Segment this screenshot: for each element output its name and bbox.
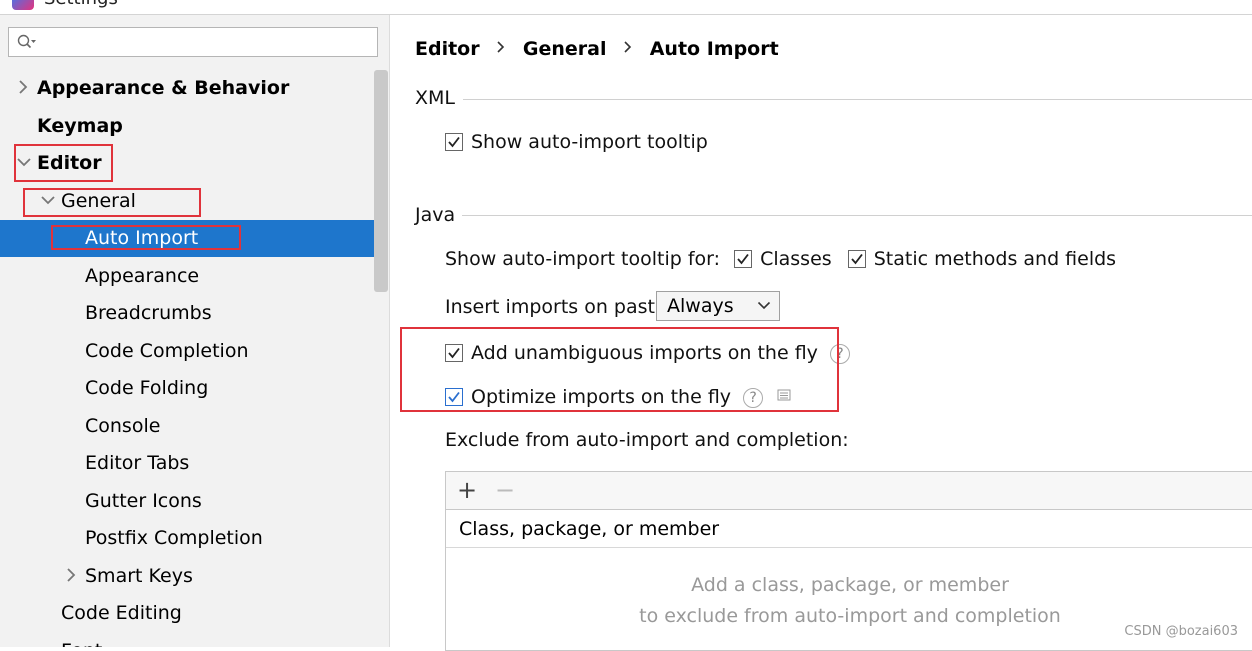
tree-item-code-editing[interactable]: Code Editing bbox=[0, 595, 375, 632]
insert-on-paste-label: Insert imports on paste: bbox=[445, 296, 674, 318]
tree-item-label: Breadcrumbs bbox=[85, 302, 212, 324]
checkmark-icon bbox=[448, 391, 460, 403]
tree-item-label: Console bbox=[85, 414, 161, 437]
settings-page-icon[interactable] bbox=[777, 389, 791, 401]
title-bar: Settings bbox=[0, 0, 1252, 15]
insert-on-paste-dropdown[interactable]: Always bbox=[656, 291, 780, 321]
tree-item-console[interactable]: Console bbox=[0, 408, 375, 445]
chevron-down-icon[interactable] bbox=[16, 145, 32, 182]
xml-show-tooltip-row[interactable]: Show auto-import tooltip bbox=[445, 131, 708, 153]
checkmark-icon bbox=[448, 347, 460, 359]
tree-item-keymap[interactable]: Keymap bbox=[0, 108, 375, 145]
exclude-table-column-header: Class, package, or member bbox=[446, 510, 1252, 548]
add-unambiguous-checkbox[interactable] bbox=[445, 344, 463, 362]
watermark: CSDN @bozai603 bbox=[1124, 624, 1238, 639]
exclude-label: Exclude from auto-import and completion: bbox=[445, 429, 849, 451]
tree-item-label: Postfix Completion bbox=[85, 527, 263, 549]
remove-icon[interactable]: − bbox=[492, 478, 518, 504]
java-tooltip-for-label: Show auto-import tooltip for: bbox=[445, 248, 721, 270]
tree-item-editor[interactable]: Editor bbox=[0, 145, 375, 182]
tree-item-label: Code Editing bbox=[61, 602, 182, 624]
help-icon[interactable]: ? bbox=[829, 344, 850, 364]
breadcrumb-item[interactable]: General bbox=[523, 38, 607, 60]
java-section-divider bbox=[462, 215, 1252, 216]
tree-item-label: Auto Import bbox=[85, 227, 199, 249]
tree-item-code-completion[interactable]: Code Completion bbox=[0, 333, 375, 370]
xml-section-title: XML bbox=[415, 87, 455, 109]
tree-item-breadcrumbs[interactable]: Breadcrumbs bbox=[0, 295, 375, 332]
sidebar-scrollbar[interactable] bbox=[374, 70, 388, 292]
classes-label: Classes bbox=[760, 248, 832, 270]
insert-on-paste-value: Always bbox=[667, 295, 734, 317]
tree-item-appearance-behavior[interactable]: Appearance & Behavior bbox=[0, 70, 375, 107]
tree-item-postfix-completion[interactable]: Postfix Completion bbox=[0, 520, 375, 557]
tree-item-label: Appearance & Behavior bbox=[37, 77, 290, 99]
optimize-imports-checkbox[interactable] bbox=[445, 388, 463, 406]
chevron-right-icon bbox=[624, 41, 632, 53]
tree-item-general[interactable]: General bbox=[0, 183, 375, 220]
add-unambiguous-row[interactable]: Add unambiguous imports on the fly? bbox=[445, 342, 850, 364]
settings-sidebar: Appearance & Behavior Keymap Editor General… bbox=[0, 15, 390, 647]
settings-search-input[interactable] bbox=[8, 27, 378, 57]
static-methods-checkbox[interactable] bbox=[847, 250, 866, 268]
static-methods-label: Static methods and fields bbox=[873, 248, 1117, 270]
optimize-imports-label: Optimize imports on the fly bbox=[471, 386, 732, 408]
checkmark-icon bbox=[851, 253, 863, 265]
empty-state-line1[interactable]: Add a class, package, or member bbox=[446, 574, 1252, 596]
chevron-right-icon[interactable] bbox=[64, 558, 80, 595]
window-title: Settings bbox=[44, 0, 118, 9]
tree-item-label: Font bbox=[61, 633, 102, 648]
tree-item-smart-keys[interactable]: Smart Keys bbox=[0, 558, 375, 595]
java-tooltip-for-row: Show auto-import tooltip for: Classes St… bbox=[445, 248, 1116, 270]
classes-checkbox[interactable] bbox=[734, 250, 753, 268]
tree-item-editor-tabs[interactable]: Editor Tabs bbox=[0, 445, 375, 482]
xml-show-tooltip-label: Show auto-import tooltip bbox=[471, 131, 708, 153]
tree-item-label: Smart Keys bbox=[85, 564, 193, 587]
tree-item-appearance[interactable]: Appearance bbox=[0, 258, 375, 295]
tree-item-auto-import[interactable]: Auto Import bbox=[0, 220, 375, 257]
tree-item-label: Editor Tabs bbox=[85, 452, 190, 474]
help-icon[interactable]: ? bbox=[743, 388, 764, 408]
settings-content: Editor General Auto Import XML Show auto… bbox=[390, 15, 1252, 651]
tree-item-code-folding[interactable]: Code Folding bbox=[0, 370, 375, 407]
breadcrumb: Editor General Auto Import bbox=[415, 37, 779, 60]
app-logo-icon bbox=[12, 0, 34, 10]
tree-item-label: Gutter Icons bbox=[85, 489, 202, 512]
chevron-right-icon bbox=[497, 41, 505, 53]
exclude-table-toolbar: + − bbox=[446, 472, 1252, 510]
breadcrumb-item[interactable]: Editor bbox=[415, 38, 480, 60]
tree-item-label: Appearance bbox=[85, 264, 200, 287]
tree-item-gutter-icons[interactable]: Gutter Icons bbox=[0, 483, 375, 520]
search-icon bbox=[17, 34, 36, 49]
checkmark-icon bbox=[448, 136, 460, 148]
checkmark-icon bbox=[737, 253, 749, 265]
chevron-down-icon[interactable] bbox=[40, 183, 56, 220]
tree-item-label: Code Completion bbox=[85, 339, 249, 362]
tree-item-font[interactable]: Font bbox=[0, 633, 375, 648]
tree-item-label: General bbox=[61, 189, 136, 212]
add-icon[interactable]: + bbox=[454, 478, 480, 504]
java-section-title: Java bbox=[415, 204, 456, 226]
chevron-right-icon[interactable] bbox=[16, 70, 32, 107]
breadcrumb-item: Auto Import bbox=[649, 37, 779, 60]
tree-item-label: Code Folding bbox=[85, 377, 209, 399]
xml-show-tooltip-checkbox[interactable] bbox=[445, 133, 463, 151]
chevron-down-icon bbox=[757, 301, 771, 310]
tree-item-label: Editor bbox=[37, 152, 102, 174]
add-unambiguous-label: Add unambiguous imports on the fly bbox=[471, 342, 818, 364]
tree-item-label: Keymap bbox=[37, 114, 123, 137]
xml-section-divider bbox=[463, 99, 1252, 100]
optimize-imports-row[interactable]: Optimize imports on the fly? bbox=[445, 386, 791, 408]
